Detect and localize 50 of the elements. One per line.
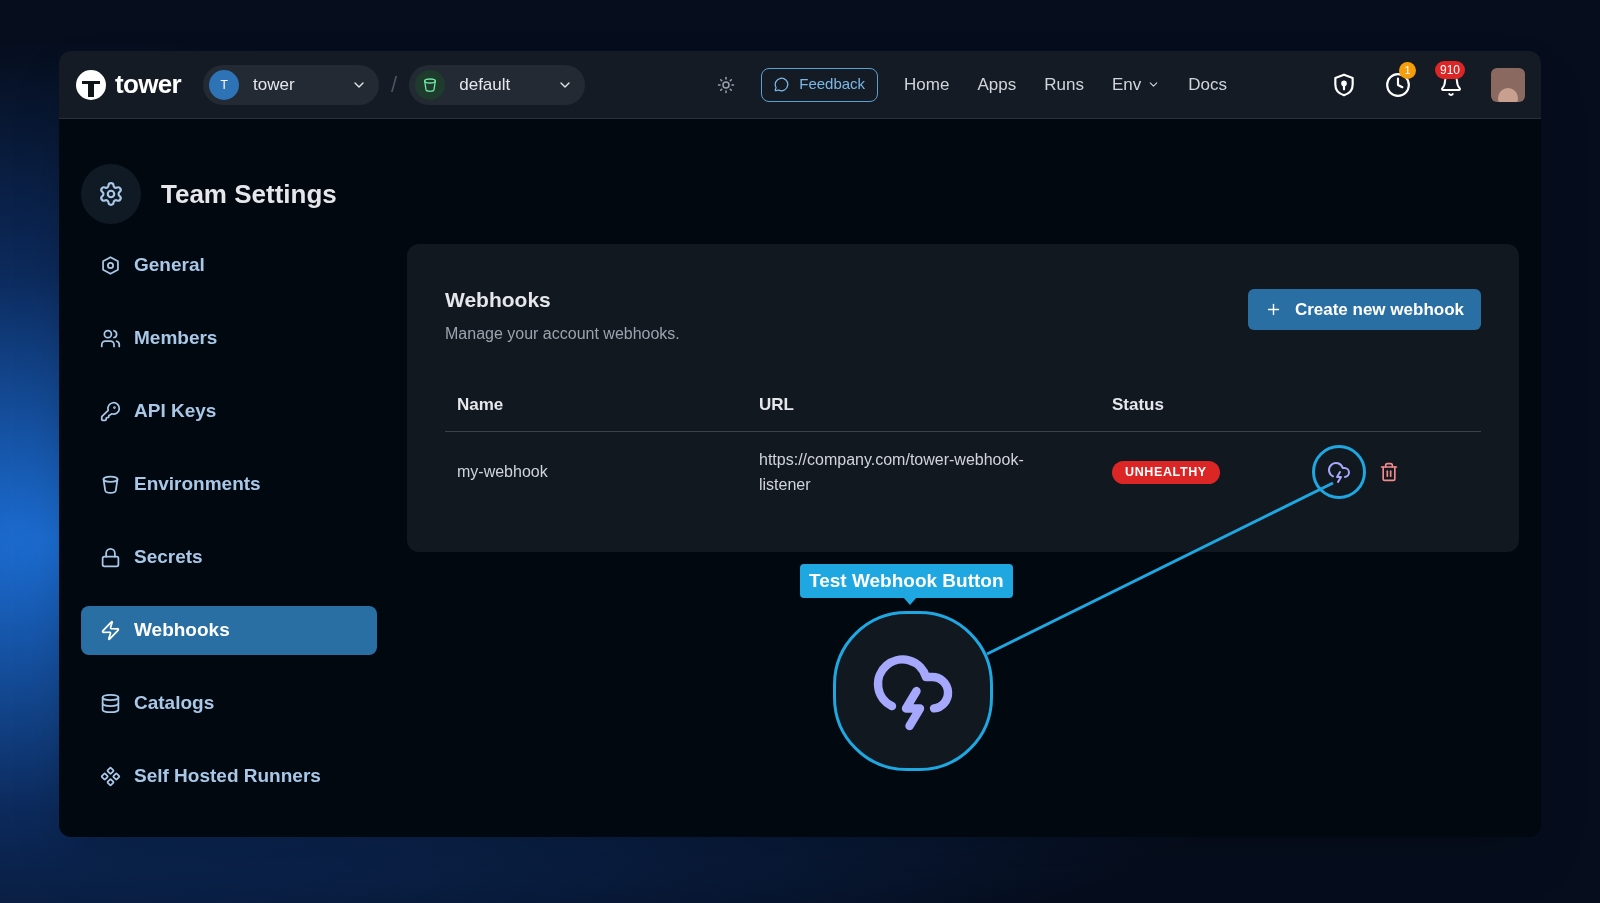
- trash-icon: [1379, 461, 1399, 482]
- callout-pointer-icon: [903, 597, 917, 605]
- sidebar-item[interactable]: API Keys: [81, 387, 377, 436]
- nav-link[interactable]: Env: [1111, 71, 1161, 98]
- user-avatar[interactable]: [1491, 67, 1525, 102]
- cloud-lightning-icon: [1327, 459, 1351, 484]
- workspace-selector[interactable]: T tower: [203, 64, 380, 105]
- database-icon: [100, 693, 121, 714]
- environment-badge: [415, 69, 446, 100]
- callout-label: Test Webhook Button: [800, 564, 1013, 598]
- workspace-avatar: T: [209, 69, 240, 100]
- nav-link[interactable]: Docs: [1188, 71, 1227, 98]
- sidebar-item[interactable]: Self Hosted Runners: [81, 752, 377, 801]
- sidebar-item[interactable]: Webhooks: [81, 606, 377, 655]
- nav-link[interactable]: Runs: [1044, 71, 1084, 98]
- nav-link[interactable]: Apps: [977, 71, 1017, 98]
- hexagon-icon: [100, 255, 121, 276]
- card-title: Webhooks: [445, 287, 552, 313]
- column-header: Name: [457, 393, 505, 416]
- breadcrumb-separator: /: [391, 71, 398, 99]
- bucket-icon: [100, 474, 121, 495]
- users-icon: [100, 328, 121, 349]
- table-cell-text: https://company.com/tower-webhook-listener: [759, 449, 1025, 495]
- create-webhook-button[interactable]: Create new webhook: [1247, 289, 1481, 330]
- table-cell-text: my-webhook: [457, 461, 549, 482]
- sidebar-item[interactable]: Catalogs: [81, 679, 377, 728]
- notification-count: 1: [1399, 61, 1416, 79]
- logo-text: tower: [115, 68, 182, 101]
- sidebar-item[interactable]: Members: [81, 314, 377, 363]
- environment-selector[interactable]: default: [409, 64, 586, 105]
- notification-count: 910: [1435, 60, 1466, 79]
- lock-icon: [100, 547, 121, 568]
- lightning-icon: [100, 620, 121, 641]
- status-badge: UNHEALTHY: [1112, 461, 1220, 484]
- sidebar-item[interactable]: Secrets: [81, 533, 377, 582]
- chat-icon: [774, 77, 790, 92]
- shield-icon[interactable]: [1331, 71, 1357, 98]
- logo-icon: [75, 68, 107, 101]
- key-icon: [100, 401, 121, 422]
- test-webhook-button[interactable]: [1312, 444, 1366, 499]
- theme-toggle-icon[interactable]: [717, 75, 736, 94]
- column-header: URL: [759, 393, 795, 416]
- card-subtitle: Manage your account webhooks.: [445, 323, 680, 344]
- feedback-button[interactable]: Feedback: [761, 67, 879, 102]
- nav-link[interactable]: Home: [904, 71, 950, 98]
- page-title: Team Settings: [161, 177, 337, 211]
- sidebar-item[interactable]: Environments: [81, 460, 377, 509]
- column-header: Status: [1112, 393, 1165, 416]
- diamonds-icon: [100, 766, 121, 787]
- sidebar-item[interactable]: General: [81, 241, 377, 290]
